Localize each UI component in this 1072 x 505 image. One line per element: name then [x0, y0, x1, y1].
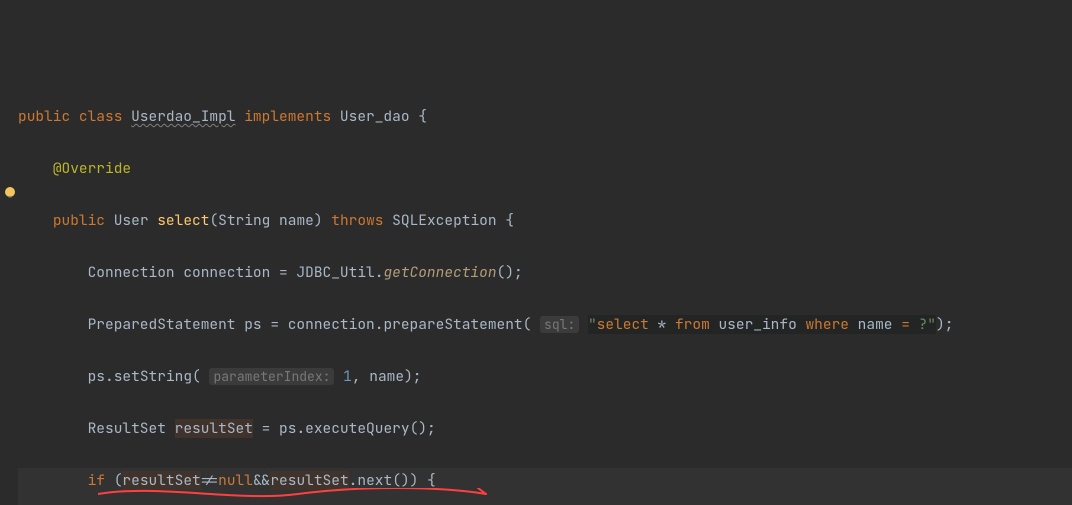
method-name: select — [157, 211, 209, 230]
sql-from: from — [675, 315, 710, 334]
method-call: getConnection — [383, 263, 496, 282]
paren: ()) — [392, 471, 418, 490]
red-underline-annotation-icon — [98, 488, 488, 502]
class-ref: JDBC_Util — [296, 263, 374, 282]
op-and: && — [253, 471, 270, 490]
code-editor[interactable]: public class Userdao_Impl implements Use… — [0, 0, 1072, 505]
equals: = — [279, 263, 288, 282]
sql-col: name — [849, 315, 901, 334]
code-line-current[interactable]: if (resultSet!=null&&resultSet.next()) { — [18, 468, 1072, 505]
brace: { — [427, 471, 436, 490]
brace: { — [505, 211, 514, 230]
keyword-public: public — [53, 211, 105, 230]
string-quote: " — [927, 315, 936, 334]
sql-where: where — [805, 315, 849, 334]
equals: = — [262, 419, 271, 438]
sql-select: select — [597, 315, 649, 334]
type: Connection — [88, 263, 175, 282]
method-call: setString — [114, 367, 192, 386]
code-line[interactable]: ResultSet resultSet = ps.executeQuery(); — [18, 416, 1072, 442]
tail: ); — [936, 315, 953, 334]
brace: { — [418, 107, 427, 126]
parameter-hint: sql: — [540, 316, 579, 333]
var: connection — [183, 263, 270, 282]
intention-bulb-icon[interactable] — [2, 184, 18, 200]
code-line[interactable]: PreparedStatement ps = connection.prepar… — [18, 312, 1072, 338]
type: PreparedStatement — [88, 315, 236, 334]
arg: name — [369, 367, 404, 386]
obj: ps — [88, 367, 105, 386]
method-call: next — [357, 471, 392, 490]
code-line[interactable]: @Override — [18, 156, 1072, 182]
type: ResultSet — [88, 419, 166, 438]
var: ps — [244, 315, 261, 334]
tail: (); — [497, 263, 523, 282]
keyword-implements: implements — [244, 107, 331, 126]
obj: resultSet — [270, 471, 348, 490]
op-neq: != — [201, 471, 218, 490]
code-line[interactable]: public class Userdao_Impl implements Use… — [18, 104, 1072, 130]
param-type: String — [218, 211, 270, 230]
class-name: Userdao_Impl — [131, 107, 235, 126]
sql-star: * — [649, 315, 675, 334]
param-name: name — [279, 211, 314, 230]
sql-table: user_info — [710, 315, 806, 334]
code-line[interactable]: public User select(String name) throws S… — [18, 208, 1072, 234]
interface-name: User_dao — [340, 107, 410, 126]
tail: ); — [404, 367, 421, 386]
obj: ps — [279, 419, 296, 438]
comma: , — [352, 367, 361, 386]
exception-type: SQLException — [392, 211, 496, 230]
annotation-override: @Override — [53, 159, 131, 178]
sql-eq: = — [901, 315, 910, 334]
keyword-if: if — [88, 471, 105, 490]
tail: (); — [410, 419, 436, 438]
obj: resultSet — [122, 471, 200, 490]
equals: = — [270, 315, 279, 334]
code-line[interactable]: Connection connection = JDBC_Util.getCon… — [18, 260, 1072, 286]
gutter — [0, 0, 18, 505]
keyword-throws: throws — [331, 211, 383, 230]
method-call: prepareStatement — [383, 315, 522, 334]
keyword-null: null — [218, 471, 253, 490]
return-type: User — [114, 211, 149, 230]
sql-placeholder: ? — [910, 315, 927, 334]
obj: connection — [288, 315, 375, 334]
string-quote: " — [588, 315, 597, 334]
keyword-class: class — [79, 107, 123, 126]
number: 1 — [343, 367, 352, 386]
keyword-public: public — [18, 107, 70, 126]
method-call: executeQuery — [305, 419, 409, 438]
var: resultSet — [175, 419, 253, 438]
parameter-hint: parameterIndex: — [209, 368, 334, 385]
code-line[interactable]: ps.setString( parameterIndex: 1, name); — [18, 364, 1072, 390]
